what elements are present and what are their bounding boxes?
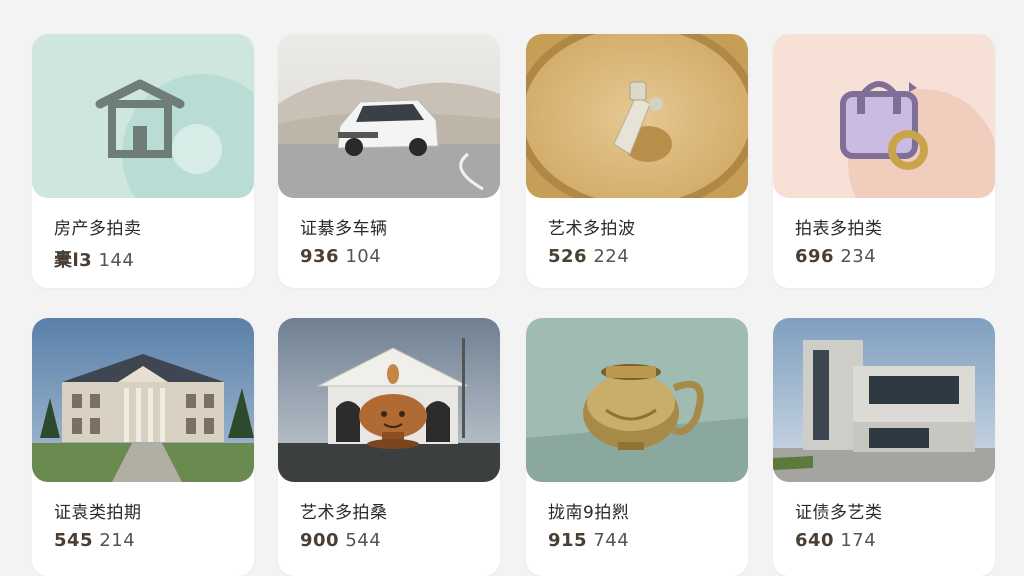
card-title: 证袁类拍期 <box>54 503 142 523</box>
card-value: 915 744 <box>548 530 630 551</box>
car-image <box>278 34 500 198</box>
card-title: 房产多拍卖 <box>54 219 142 239</box>
house-icon <box>32 34 254 198</box>
card-title: 拍表多拍类 <box>795 219 883 239</box>
auction-category-grid: 房产多拍卖 橐l3 144 证綦多车辆 936 104 艺术多拍波 526 22… <box>0 0 1024 576</box>
category-card-real-estate[interactable]: 房产多拍卖 橐l3 144 <box>32 34 254 288</box>
card-value: 545 214 <box>54 530 136 551</box>
card-value: 900 544 <box>300 530 382 551</box>
category-card-bags[interactable]: 拍表多拍类 696 234 <box>773 34 995 288</box>
category-card-modern-building[interactable]: 证债多艺类 640 174 <box>773 318 995 576</box>
category-card-art[interactable]: 艺术多拍波 526 224 <box>526 34 748 288</box>
bronze-vessel-image <box>278 318 500 482</box>
card-title: 拢南9拍煭 <box>548 503 630 523</box>
card-title: 艺术多拍波 <box>548 219 636 239</box>
category-card-antiques[interactable]: 拢南9拍煭 915 744 <box>526 318 748 576</box>
brass-pot-image <box>526 318 748 482</box>
card-title: 证綦多车辆 <box>300 219 388 239</box>
mansion-image <box>32 318 254 482</box>
card-value: 696 234 <box>795 246 877 267</box>
category-card-vehicles[interactable]: 证綦多车辆 936 104 <box>278 34 500 288</box>
card-title: 艺术多拍桑 <box>300 503 388 523</box>
card-value: 936 104 <box>300 246 382 267</box>
bag-icon <box>773 34 995 198</box>
card-value: 橐l3 144 <box>54 250 135 271</box>
card-value: 526 224 <box>548 246 630 267</box>
art-object-image <box>526 34 748 198</box>
card-title: 证债多艺类 <box>795 503 883 523</box>
category-card-mansion[interactable]: 证袁类拍期 545 214 <box>32 318 254 576</box>
card-value: 640 174 <box>795 530 877 551</box>
modern-building-image <box>773 318 995 482</box>
category-card-art-auction[interactable]: 艺术多拍桑 900 544 <box>278 318 500 576</box>
